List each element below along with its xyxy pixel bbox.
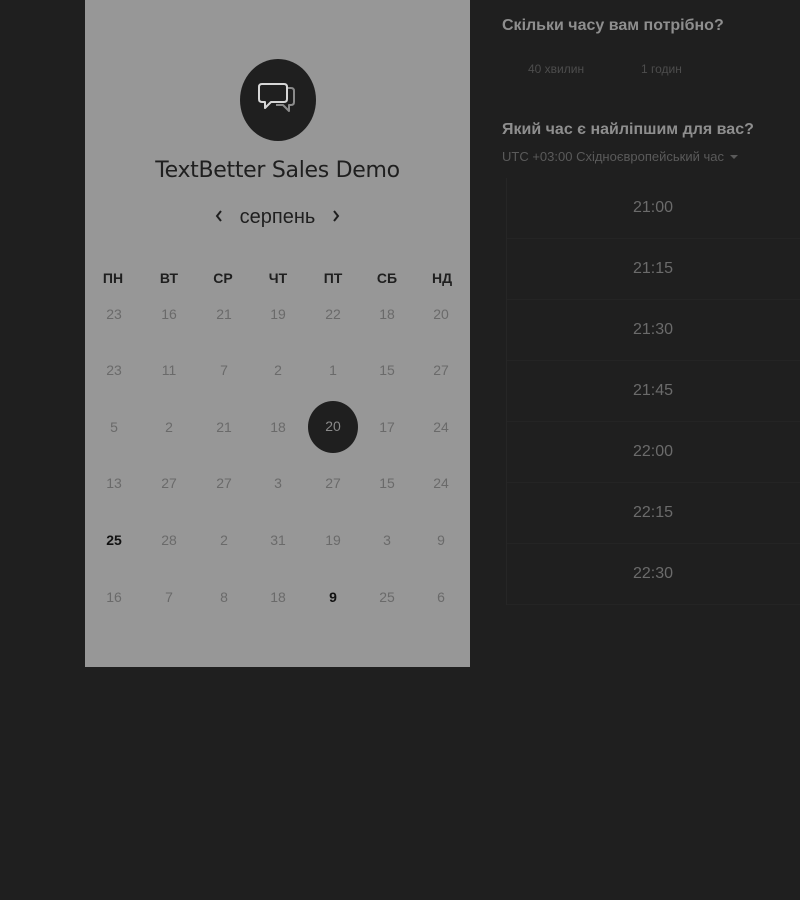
time-slot[interactable]: 21:45 (507, 361, 800, 422)
duration-question: Скільки часу вам потрібно? (502, 17, 724, 34)
calendar-day[interactable]: 31 (258, 531, 298, 549)
calendar-day[interactable]: 11 (149, 361, 189, 379)
calendar-day[interactable]: 7 (149, 588, 189, 606)
time-question: Який час є найліпшим для вас? (502, 121, 754, 138)
calendar-day[interactable]: 18 (367, 305, 407, 323)
calendar-day[interactable]: 3 (367, 531, 407, 549)
calendar-day[interactable]: 18 (258, 588, 298, 606)
calendar-day[interactable]: 17 (367, 418, 407, 436)
time-slot[interactable]: 22:00 (507, 422, 800, 483)
time-slot[interactable]: 21:00 (507, 178, 800, 239)
calendar-day-available[interactable]: 25 (94, 531, 134, 549)
time-selection: Скільки часу вам потрібно? 40 хвилин 1 г… (502, 0, 800, 900)
calendar-day[interactable]: 13 (94, 474, 134, 492)
calendar-day[interactable]: 19 (313, 531, 353, 549)
calendar-day-selected[interactable]: 20 (308, 401, 358, 453)
calendar-day[interactable]: 27 (204, 474, 244, 492)
caret-down-icon (729, 155, 738, 159)
calendar-day[interactable]: 9 (421, 531, 461, 549)
time-slot[interactable]: 22:30 (507, 544, 800, 605)
calendar-day[interactable]: 25 (367, 588, 407, 606)
calendar-day[interactable]: 28 (149, 531, 189, 549)
timezone-selector[interactable]: UTC +03:00 Східноєвропейський час (502, 149, 738, 164)
calendar-day[interactable]: 2 (204, 531, 244, 549)
calendar-day[interactable]: 27 (313, 474, 353, 492)
calendar-grid: 23 16 21 19 22 18 20 23 11 7 2 1 15 27 5 2 21 18 20 17 24 13 2… (85, 0, 470, 667)
time-slot-list: 21:00 21:15 21:30 21:45 22:00 22:15 22:3… (506, 178, 800, 605)
calendar-day[interactable]: 7 (204, 361, 244, 379)
calendar-day[interactable]: 15 (367, 361, 407, 379)
time-slot[interactable]: 21:30 (507, 300, 800, 361)
timezone-label: UTC +03:00 Східноєвропейський час (502, 149, 724, 164)
calendar-day[interactable]: 15 (367, 474, 407, 492)
calendar-day[interactable]: 24 (421, 474, 461, 492)
calendar-day[interactable]: 22 (313, 305, 353, 323)
calendar-day[interactable]: 21 (204, 305, 244, 323)
calendar-day[interactable]: 3 (258, 474, 298, 492)
calendar-day[interactable]: 6 (421, 588, 461, 606)
calendar-day[interactable]: 16 (94, 588, 134, 606)
calendar-day[interactable]: 1 (313, 361, 353, 379)
calendar-day[interactable]: 8 (204, 588, 244, 606)
duration-option-40min[interactable]: 40 хвилин (528, 62, 584, 76)
duration-option-1h[interactable]: 1 годин (641, 62, 682, 76)
booking-page: TextBetter Sales Demo серпень ПН ВТ СР Ч… (0, 0, 800, 900)
calendar-day[interactable]: 2 (149, 418, 189, 436)
calendar-day[interactable]: 27 (421, 361, 461, 379)
calendar-day[interactable]: 20 (421, 305, 461, 323)
calendar-day[interactable]: 24 (421, 418, 461, 436)
calendar-day[interactable]: 23 (94, 305, 134, 323)
calendar-day[interactable]: 27 (149, 474, 189, 492)
calendar-day[interactable]: 5 (94, 418, 134, 436)
calendar-day[interactable]: 23 (94, 361, 134, 379)
calendar-day[interactable]: 2 (258, 361, 298, 379)
calendar-day-available[interactable]: 9 (313, 588, 353, 606)
calendar-day[interactable]: 21 (204, 418, 244, 436)
calendar-day[interactable]: 18 (258, 418, 298, 436)
time-slot[interactable]: 21:15 (507, 239, 800, 300)
calendar-panel: TextBetter Sales Demo серпень ПН ВТ СР Ч… (85, 0, 470, 667)
calendar-day[interactable]: 16 (149, 305, 189, 323)
time-slot[interactable]: 22:15 (507, 483, 800, 544)
calendar-day[interactable]: 19 (258, 305, 298, 323)
